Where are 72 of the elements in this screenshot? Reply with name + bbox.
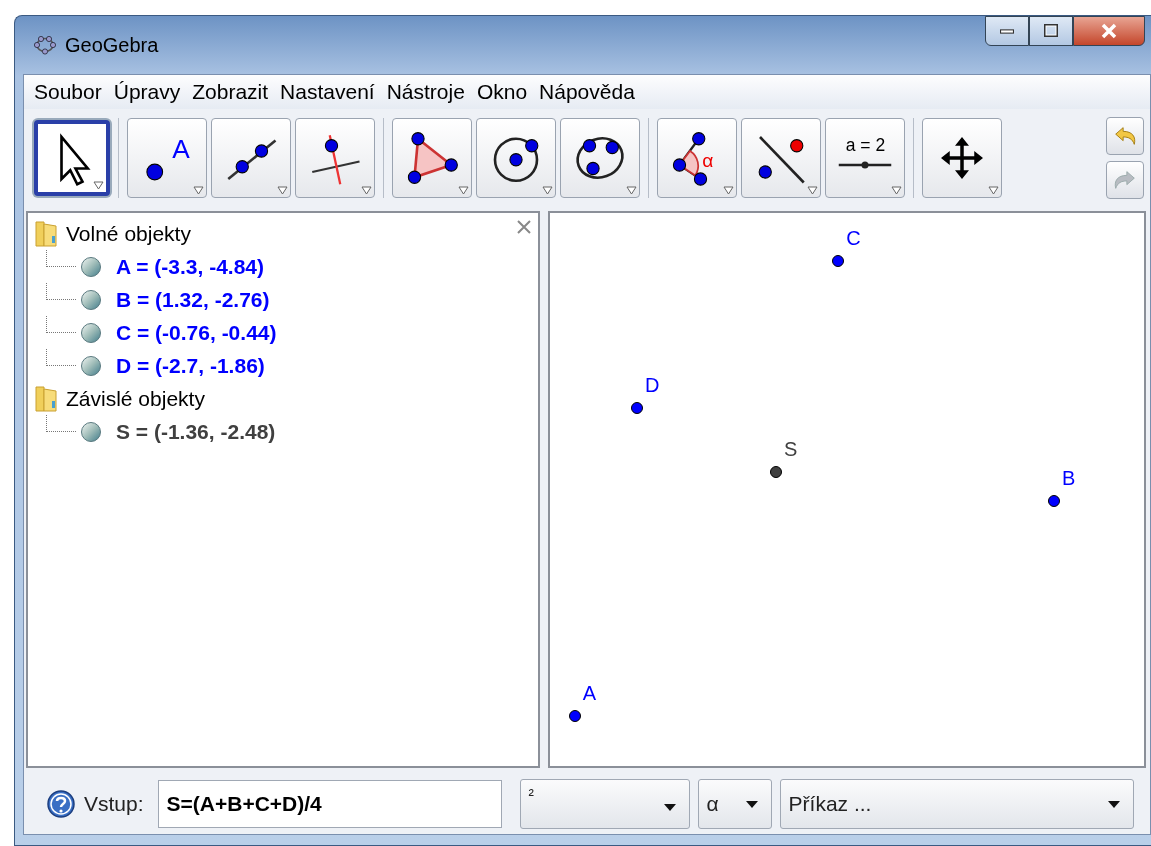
point-label: S [783, 437, 798, 461]
tool-button[interactable] [34, 120, 110, 196]
visibility-ball-icon[interactable] [80, 354, 102, 377]
point[interactable] [832, 254, 845, 267]
caret-icon [361, 186, 372, 195]
point[interactable] [769, 465, 782, 478]
caret-icon [458, 186, 469, 195]
minimize-icon [1000, 28, 1014, 34]
caret-icon [93, 181, 104, 190]
folder-icon[interactable] [34, 219, 58, 248]
menu-item[interactable]: Zobrazit [186, 80, 275, 104]
menu-item[interactable]: Soubor [28, 80, 108, 104]
caret-icon [891, 186, 902, 195]
caret-icon [723, 186, 734, 195]
close-icon [1100, 23, 1118, 39]
help-icon[interactable] [46, 789, 76, 819]
tool-button[interactable] [392, 118, 472, 198]
visibility-ball-icon[interactable] [80, 420, 102, 443]
tool-button[interactable] [560, 118, 640, 198]
object-definition[interactable]: D = (-2.7, -1.86) [116, 353, 265, 378]
dropdown[interactable]: α [697, 779, 772, 829]
menu-item[interactable]: Úpravy [107, 80, 187, 104]
tool-button[interactable] [295, 118, 375, 198]
tool-button[interactable] [922, 118, 1002, 198]
window-title: GeoGebra [65, 33, 159, 57]
tool-button[interactable] [476, 118, 556, 198]
object-definition[interactable]: A = (-3.3, -4.84) [116, 254, 265, 279]
input-label: Vstup: [84, 792, 144, 816]
point-label: B [1061, 466, 1076, 490]
tool-button[interactable]: α [657, 118, 737, 198]
caret-icon [988, 186, 999, 195]
menu-item[interactable]: Nástroje [380, 80, 471, 104]
tool-button[interactable] [741, 118, 821, 198]
close-button[interactable] [1073, 16, 1145, 46]
point-label: C [846, 226, 861, 250]
object-definition[interactable]: B = (1.32, -2.76) [116, 287, 270, 312]
point[interactable] [631, 401, 643, 414]
tool-button[interactable] [211, 118, 291, 198]
input-field[interactable]: S=(A+B+C+D)/4 [157, 780, 502, 828]
undo-button[interactable] [1106, 117, 1144, 155]
app-logo-icon [33, 33, 57, 57]
menu-item[interactable]: Nastavení [274, 80, 381, 104]
caret-icon [1106, 799, 1121, 809]
visibility-ball-icon[interactable] [80, 288, 102, 311]
caret-icon [626, 186, 637, 195]
visibility-ball-icon[interactable] [80, 321, 102, 344]
caret-icon [662, 802, 677, 812]
dropdown[interactable]: Příkaz ... [779, 779, 1134, 829]
close-icon[interactable] [516, 219, 532, 235]
point[interactable] [568, 710, 581, 723]
minimize-button[interactable] [985, 16, 1029, 46]
caret-icon [744, 799, 759, 809]
caret-icon [807, 186, 818, 195]
folder-icon[interactable] [34, 384, 58, 413]
folder-title[interactable]: Volné objekty [66, 221, 191, 246]
caret-icon [277, 186, 288, 195]
caret-icon [542, 186, 553, 195]
tool-button[interactable]: A [127, 118, 207, 198]
caret-icon [193, 186, 204, 195]
object-definition[interactable]: S = (-1.36, -2.48) [116, 419, 276, 444]
object-definition[interactable]: C = (-0.76, -0.44) [116, 320, 277, 345]
dropdown[interactable]: ² [519, 779, 690, 829]
visibility-ball-icon[interactable] [80, 255, 102, 278]
menu-item[interactable]: Okno [470, 80, 534, 104]
point-label: A [582, 682, 597, 706]
folder-title[interactable]: Závislé objekty [66, 386, 205, 411]
maximize-icon [1043, 23, 1059, 39]
menu-item[interactable]: Nápověda [533, 80, 641, 104]
point-label: D [645, 373, 660, 397]
tool-button[interactable]: a = 2 [825, 118, 905, 198]
point[interactable] [1047, 494, 1060, 507]
maximize-button[interactable] [1029, 16, 1073, 46]
